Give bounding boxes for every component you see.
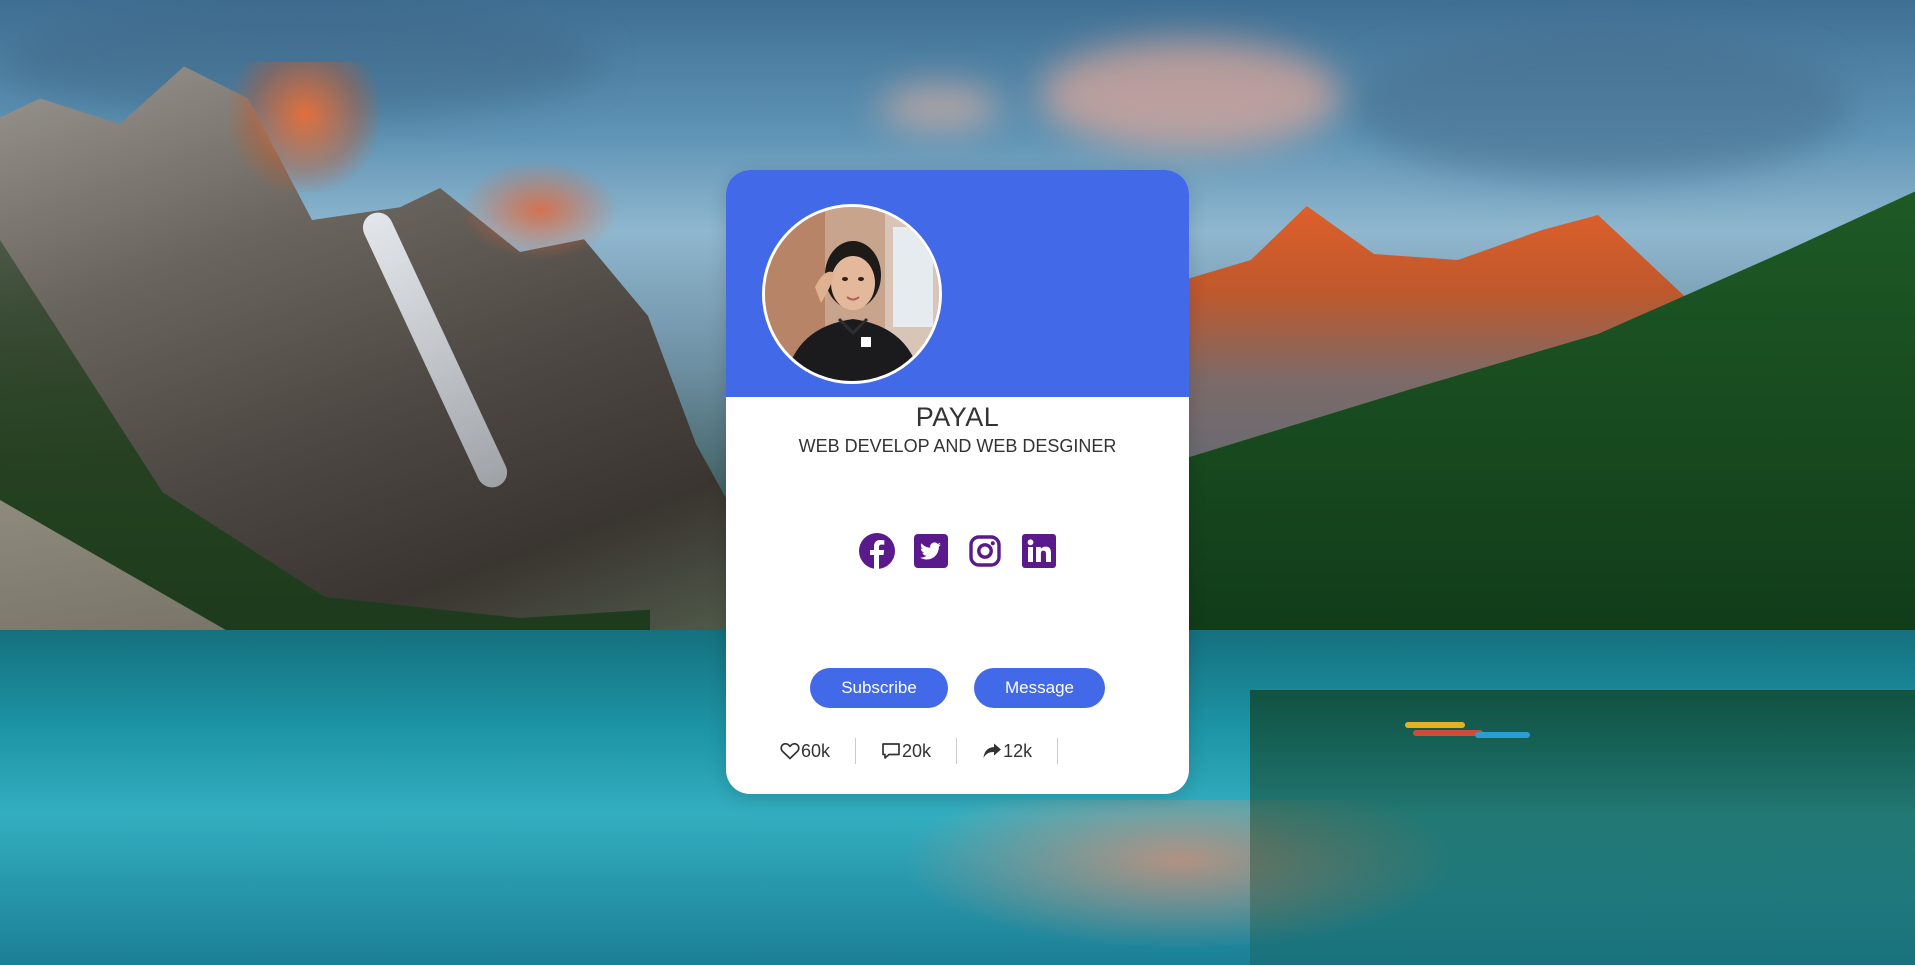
- action-buttons: Subscribe Message: [726, 668, 1189, 708]
- social-links: [726, 533, 1189, 569]
- likes-count: 60k: [801, 740, 831, 761]
- message-button[interactable]: Message: [974, 668, 1105, 708]
- profile-card: PAYAL WEB DEVELOP AND WEB DESGINER Subsc…: [726, 170, 1189, 794]
- share-icon: [983, 743, 1002, 758]
- sunlit-peak: [460, 160, 620, 260]
- stats-bar: 60k 20k 12k: [780, 738, 1059, 764]
- likes-stat[interactable]: 60k: [780, 738, 857, 764]
- avatar-photo: [765, 207, 939, 381]
- instagram-link[interactable]: [967, 533, 1003, 569]
- profile-role: WEB DEVELOP AND WEB DESGINER: [798, 436, 1117, 456]
- facebook-link[interactable]: [858, 533, 895, 569]
- linkedin-icon: [1021, 534, 1056, 568]
- cloud: [1040, 40, 1340, 150]
- twitter-icon: [913, 534, 948, 568]
- comment-icon: [882, 743, 900, 759]
- forest-reflection: [1250, 690, 1915, 965]
- subscribe-button[interactable]: Subscribe: [810, 668, 948, 708]
- canoes: [1405, 722, 1535, 742]
- profile-name: PAYAL: [915, 402, 1000, 432]
- cloud: [880, 85, 1000, 130]
- linkedin-link[interactable]: [1021, 533, 1057, 569]
- comments-count: 20k: [902, 740, 932, 761]
- facebook-icon: [858, 533, 895, 569]
- avatar: [762, 204, 942, 384]
- sunlit-peak: [230, 62, 380, 192]
- comments-stat[interactable]: 20k: [856, 738, 958, 764]
- heart-icon: [780, 742, 800, 760]
- instagram-icon: [968, 535, 1001, 567]
- shares-count: 12k: [1003, 740, 1033, 761]
- shares-stat[interactable]: 12k: [957, 738, 1059, 764]
- twitter-link[interactable]: [913, 533, 949, 569]
- cloud: [1350, 30, 1850, 180]
